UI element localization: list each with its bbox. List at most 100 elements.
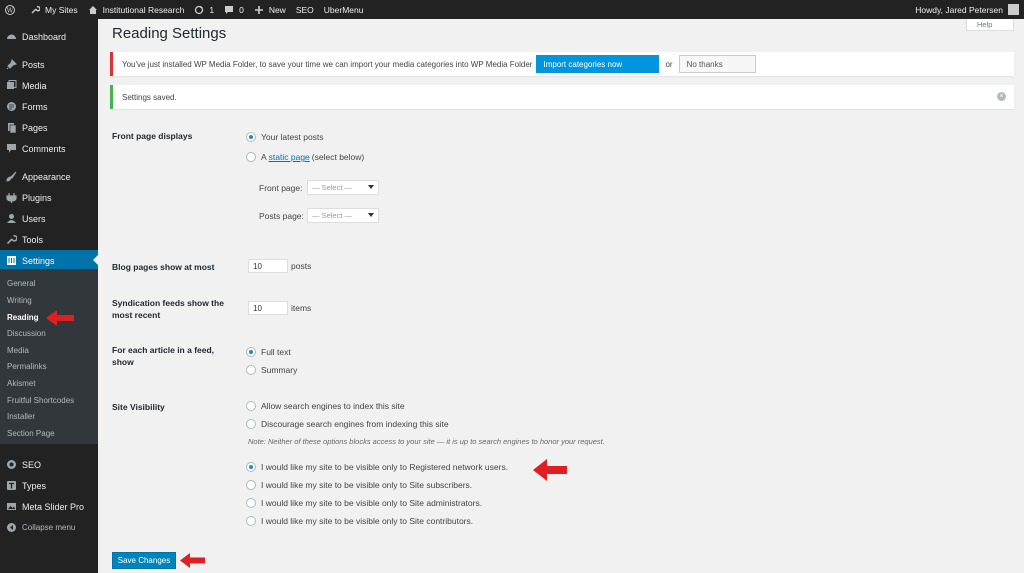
home-icon: [88, 5, 97, 14]
latest-posts-radio[interactable]: [246, 132, 256, 142]
new-content-menu[interactable]: New: [249, 0, 291, 19]
sidebar-item-label: Tools: [22, 234, 44, 245]
my-sites-menu[interactable]: My Sites: [25, 0, 83, 19]
discourage-indexing-option[interactable]: Discourage search engines from indexing …: [246, 419, 449, 429]
sidebar-item-meta-slider-pro[interactable]: Meta Slider Pro: [0, 496, 98, 517]
sidebar-item-pages[interactable]: Pages: [0, 117, 98, 138]
administrators-option[interactable]: I would like my site to be visible only …: [246, 498, 482, 508]
slider-icon: [7, 503, 16, 510]
summary-option[interactable]: Summary: [246, 365, 297, 375]
site-visibility-label: Site Visibility: [112, 402, 165, 412]
submenu-item-akismet[interactable]: Akismet: [7, 379, 35, 388]
contributors-radio[interactable]: [246, 516, 256, 526]
no-thanks-button[interactable]: No thanks: [678, 55, 756, 73]
submenu-item-writing[interactable]: Writing: [7, 296, 32, 305]
full-text-option[interactable]: Full text: [246, 347, 291, 357]
static-page-option[interactable]: A static page (select below): [246, 152, 364, 162]
latest-posts-option[interactable]: Your latest posts: [246, 132, 324, 142]
sidebar-item-label: Pages: [22, 122, 48, 133]
sidebar-item-label: SEO: [22, 459, 42, 470]
static-page-prefix: A: [261, 152, 267, 162]
sidebar-item-label: Settings: [22, 255, 55, 266]
sidebar-item-seo[interactable]: SEO: [0, 454, 98, 475]
syndication-label: Syndication feeds show the most recent: [112, 298, 224, 320]
sidebar-item-appearance[interactable]: Appearance: [0, 166, 98, 187]
seo-label: SEO: [295, 4, 314, 15]
discourage-indexing-label: Discourage search engines from indexing …: [261, 419, 449, 429]
dashboard-icon: [7, 34, 16, 39]
sidebar-item-label: Appearance: [22, 171, 71, 182]
admin-bar: W My Sites Institutional Research 1 0 Ne…: [0, 0, 1024, 19]
submenu-item-permalinks[interactable]: Permalinks: [7, 362, 47, 371]
allow-indexing-radio[interactable]: [246, 401, 256, 411]
submenu-item-installer[interactable]: Installer: [7, 412, 35, 421]
registered-users-option[interactable]: I would like my site to be visible only …: [246, 462, 508, 472]
sidebar-item-comments[interactable]: Comments: [0, 138, 98, 159]
summary-radio[interactable]: [246, 365, 256, 375]
collapse-icon: [7, 523, 16, 532]
front-page-select-value: — Select —: [312, 183, 353, 192]
help-label: Help: [977, 20, 993, 29]
static-page-link[interactable]: static page: [269, 152, 310, 162]
front-page-select[interactable]: — Select —: [307, 180, 379, 195]
submenu-item-general[interactable]: General: [7, 279, 35, 288]
sidebar-item-tools[interactable]: Tools: [0, 229, 98, 250]
static-page-suffix: (select below): [311, 152, 365, 162]
site-name-menu[interactable]: Institutional Research: [83, 0, 190, 19]
help-tab-button[interactable]: Help: [966, 19, 1014, 31]
account-menu[interactable]: Howdy, Jared Petersen: [910, 0, 1024, 19]
sidebar-item-plugins[interactable]: Plugins: [0, 187, 98, 208]
sidebar-item-dashboard[interactable]: Dashboard: [0, 26, 98, 47]
submenu-item-fruitful-shortcodes[interactable]: Fruitful Shortcodes: [7, 396, 74, 405]
howdy-label: Howdy, Jared Petersen: [915, 4, 1003, 15]
full-text-radio[interactable]: [246, 347, 256, 357]
annotation-arrow-reading: [46, 310, 74, 326]
blog-pages-label: Blog pages show at most: [112, 262, 215, 272]
wordpress-logo-button[interactable]: W: [0, 0, 25, 19]
submenu-item-reading[interactable]: Reading: [7, 313, 39, 322]
seo-menu[interactable]: SEO: [291, 0, 319, 19]
save-changes-button[interactable]: Save Changes: [112, 552, 176, 569]
registered-users-radio[interactable]: [246, 462, 256, 472]
submenu-item-discussion[interactable]: Discussion: [7, 329, 46, 338]
import-categories-button[interactable]: Import categories now: [536, 55, 660, 73]
static-page-radio[interactable]: [246, 152, 256, 162]
posts-page-select[interactable]: — Select —: [307, 208, 379, 223]
comment-bubble-icon: [225, 5, 234, 14]
administrators-radio[interactable]: [246, 498, 256, 508]
syndication-input[interactable]: 10: [248, 301, 288, 315]
settings-saved-notice: Settings saved. ×: [110, 85, 1014, 109]
pages-icon: [8, 123, 17, 133]
wrench-icon: [6, 235, 17, 245]
submenu-item-section-page[interactable]: Section Page: [7, 429, 55, 438]
sidebar-item-posts[interactable]: Posts: [0, 54, 98, 75]
sidebar-item-label: Media: [22, 80, 47, 91]
wrench-icon: [31, 5, 40, 13]
refresh-icon: [195, 5, 204, 14]
allow-indexing-option[interactable]: Allow search engines to index this site: [246, 401, 405, 411]
ubermenu-menu[interactable]: UberMenu: [319, 0, 369, 19]
comments-menu[interactable]: 0: [219, 0, 249, 19]
my-sites-label: My Sites: [45, 4, 78, 15]
updates-menu[interactable]: 1: [189, 0, 219, 19]
blog-pages-input[interactable]: 10: [248, 259, 288, 273]
contributors-option[interactable]: I would like my site to be visible only …: [246, 516, 473, 526]
collapse-menu-button[interactable]: Collapse menu: [0, 517, 98, 538]
chevron-down-icon: [368, 213, 374, 220]
types-icon: [7, 481, 16, 490]
ubermenu-label: UberMenu: [323, 4, 364, 15]
sidebar-item-users[interactable]: Users: [0, 208, 98, 229]
posts-page-select-value: — Select —: [312, 211, 353, 220]
subscribers-radio[interactable]: [246, 480, 256, 490]
sidebar-item-media[interactable]: Media: [0, 75, 98, 96]
submenu-item-media[interactable]: Media: [7, 346, 29, 355]
latest-posts-label: Your latest posts: [261, 132, 324, 142]
sidebar-item-label: Forms: [22, 101, 48, 112]
discourage-indexing-radio[interactable]: [246, 419, 256, 429]
sidebar-item-forms[interactable]: Forms: [0, 96, 98, 117]
subscribers-option[interactable]: I would like my site to be visible only …: [246, 480, 472, 490]
sidebar-item-settings[interactable]: Settings: [0, 250, 98, 271]
sidebar-item-types[interactable]: Types: [0, 475, 98, 496]
summary-label: Summary: [261, 365, 298, 375]
dismiss-notice-icon[interactable]: ×: [997, 92, 1006, 101]
